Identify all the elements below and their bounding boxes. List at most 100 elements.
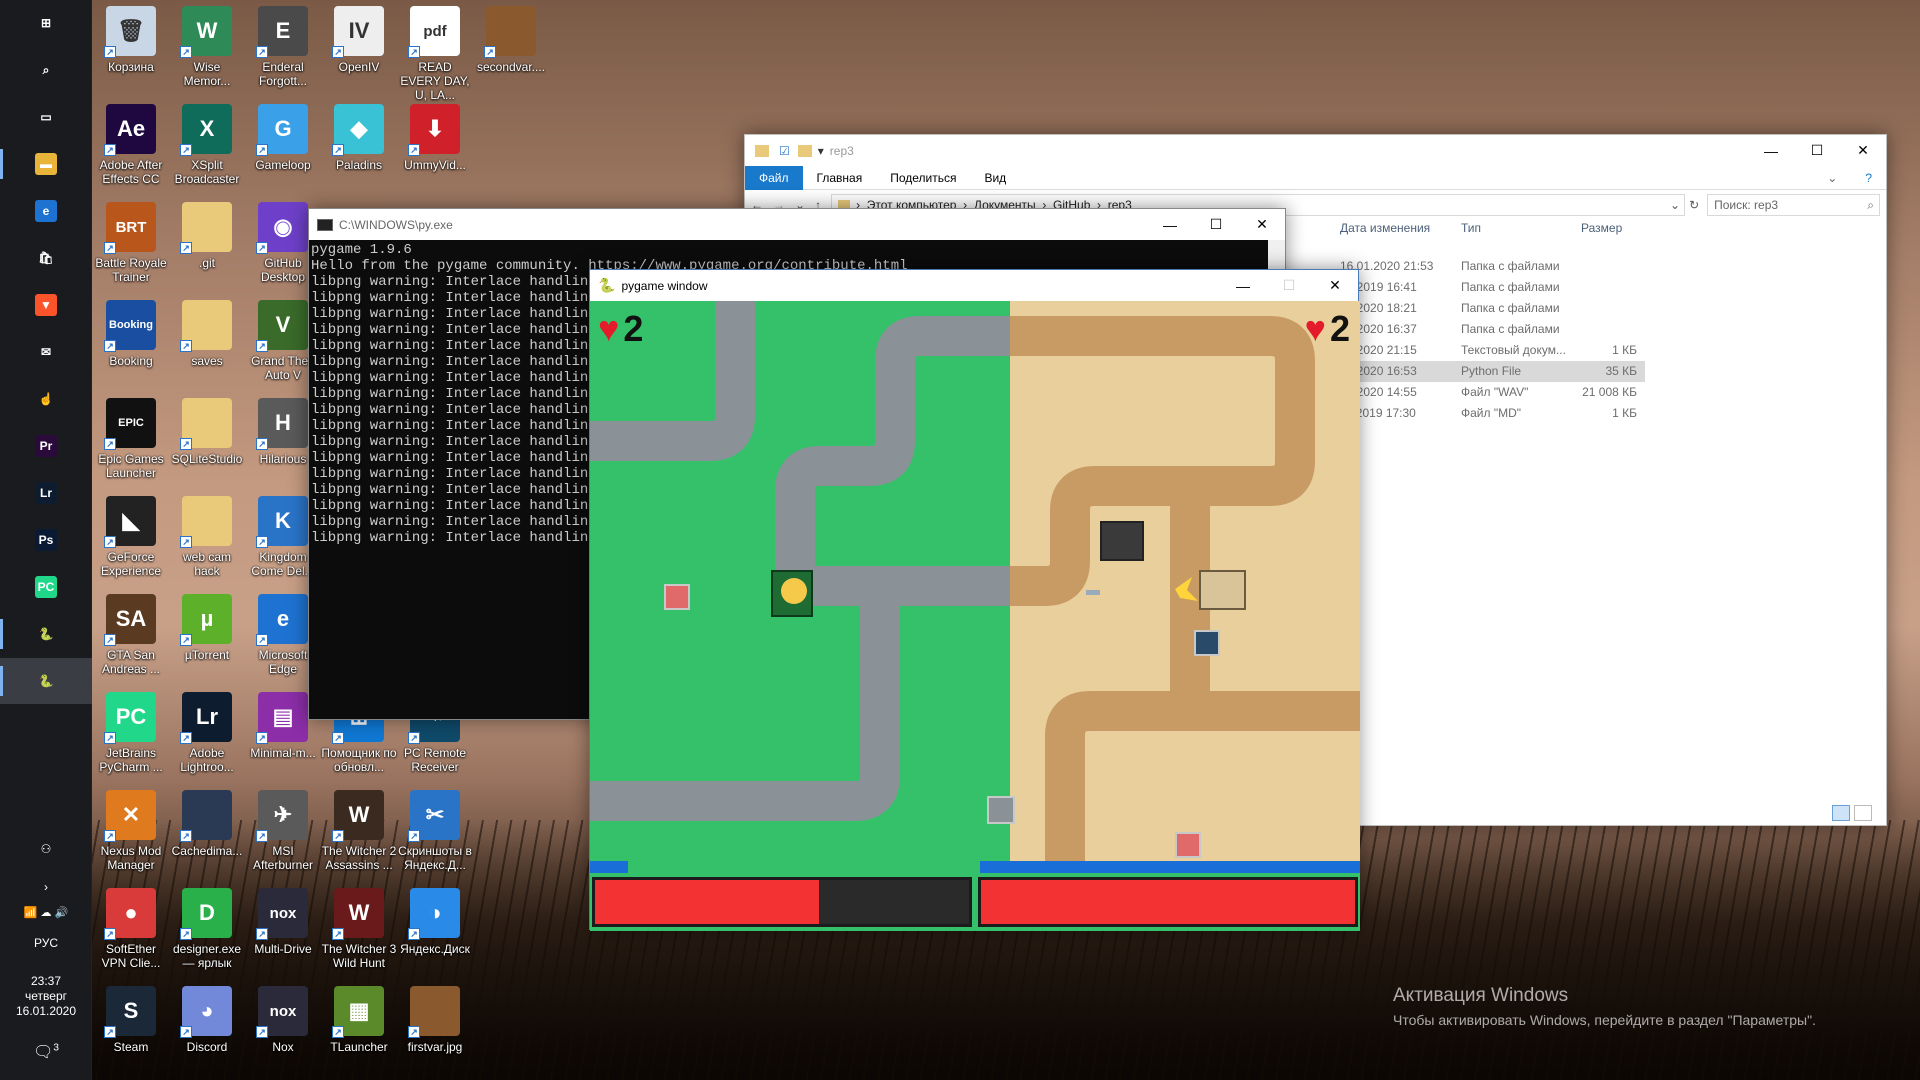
desktop-icon[interactable]: PC ↗ JetBrains PyCharm ... <box>93 692 169 774</box>
large-icons-view-button[interactable] <box>1854 805 1872 821</box>
tab-home[interactable]: Главная <box>803 166 877 190</box>
touch-button[interactable]: ☝ <box>0 376 92 422</box>
close-button[interactable]: ✕ <box>1239 209 1285 240</box>
desktop-icon[interactable]: pdf ↗ READ EVERY DAY, U, LA... <box>397 6 473 102</box>
lightroom-button[interactable]: Lr <box>0 470 92 516</box>
desktop-icon[interactable]: ◕ ↗ Discord <box>169 986 245 1054</box>
desktop-icon[interactable]: W ↗ The Witcher 2 Assassins ... <box>321 790 397 872</box>
desktop-icon[interactable]: G ↗ Gameloop <box>245 104 321 172</box>
maximize-button[interactable]: ☐ <box>1794 135 1840 166</box>
file-row[interactable]: 11.2019 17:30 Файл "MD" 1 КБ <box>1335 403 1645 424</box>
refresh-icon[interactable]: ↻ <box>1689 198 1699 212</box>
mail-button[interactable]: ✉ <box>0 329 92 375</box>
search-button[interactable]: ⌕ <box>0 47 92 93</box>
desktop-icon[interactable]: ↗ .git <box>169 202 245 270</box>
desktop-icon[interactable]: ↗ SQLiteStudio <box>169 398 245 466</box>
desktop-icon[interactable]: X ↗ XSplit Broadcaster <box>169 104 245 186</box>
desktop-icon[interactable]: SA ↗ GTA San Andreas ... <box>93 594 169 676</box>
desktop-icon[interactable]: ✕ ↗ Nexus Mod Manager <box>93 790 169 872</box>
help-icon[interactable]: ? <box>1851 166 1886 190</box>
desktop-icon[interactable]: nox ↗ Nox <box>245 986 321 1054</box>
minimize-button[interactable]: — <box>1220 270 1266 301</box>
desktop-icon[interactable]: ↗ secondvar.... <box>473 6 549 74</box>
desktop-icon[interactable]: 🗑 ↗ Корзина <box>93 6 169 74</box>
search-input[interactable]: Поиск: rep3 ⌕ <box>1707 194 1880 216</box>
desktop-icon[interactable]: W ↗ Wise Memor... <box>169 6 245 88</box>
start-button[interactable]: ⊞ <box>0 0 92 46</box>
desktop-icon[interactable]: µ ↗ µTorrent <box>169 594 245 662</box>
desktop-icon[interactable]: S ↗ Steam <box>93 986 169 1054</box>
desktop-icon[interactable]: EPIC ↗ Epic Games Launcher <box>93 398 169 480</box>
qat-dropdown-icon[interactable]: ▾ <box>818 144 824 158</box>
close-button[interactable]: ✕ <box>1312 270 1358 301</box>
desktop-icon[interactable]: ✂ ↗ Скриншоты в Яндекс.Д... <box>397 790 473 872</box>
brave-button[interactable]: ▼ <box>0 282 92 328</box>
column-header-type[interactable]: Тип <box>1461 221 1481 235</box>
nox-multi-icon: nox ↗ <box>256 888 308 940</box>
tab-share[interactable]: Поделиться <box>876 166 970 190</box>
desktop-icon[interactable]: IV ↗ OpenIV <box>321 6 397 74</box>
pygame-button[interactable]: 🐍 <box>0 658 92 704</box>
edge-button[interactable]: e <box>0 188 92 234</box>
store-button[interactable]: 🛍 <box>0 235 92 281</box>
desktop-icon[interactable]: ◑ ↗ Яндекс.Диск <box>397 888 473 956</box>
file-explorer-button[interactable]: ▬ <box>0 141 92 187</box>
desktop-icon[interactable]: ↗ saves <box>169 300 245 368</box>
desktop-icon[interactable]: Booking ↗ Booking <box>93 300 169 368</box>
new-folder-icon[interactable] <box>797 144 812 157</box>
desktop-icon[interactable]: D ↗ designer.exe — ярлык <box>169 888 245 970</box>
file-row[interactable]: 01.2020 16:37 Папка с файлами <box>1335 319 1645 340</box>
ribbon-expand-icon[interactable]: ⌄ <box>1813 166 1851 190</box>
task-view-button[interactable]: ▭ <box>0 94 92 140</box>
brt-icon: BRT ↗ <box>104 202 156 254</box>
file-row[interactable]: 01.2020 21:15 Текстовый докум... 1 КБ <box>1335 340 1645 361</box>
chevron-up-icon[interactable]: › <box>0 880 92 894</box>
clock[interactable]: 23:37 четверг 16.01.2020 <box>0 974 92 1019</box>
language-indicator[interactable]: РУС <box>0 936 92 950</box>
column-header-size[interactable]: Размер <box>1581 221 1622 235</box>
file-row[interactable]: 16.01.2020 21:53 Папка с файлами <box>1335 256 1645 277</box>
photoshop-button[interactable]: Ps <box>0 517 92 563</box>
shortcut-arrow-icon: ↗ <box>104 1026 116 1038</box>
minimize-button[interactable]: — <box>1748 135 1794 166</box>
desktop-icon[interactable]: ↗ web cam hack <box>169 496 245 578</box>
details-view-button[interactable] <box>1832 805 1850 821</box>
desktop-icon[interactable]: ◆ ↗ Paladins <box>321 104 397 172</box>
file-row[interactable]: 01.2020 18:21 Папка с файлами <box>1335 298 1645 319</box>
desktop-icon[interactable]: ⬇ ↗ UmmyVid... <box>397 104 473 172</box>
desktop-icon[interactable]: Lr ↗ Adobe Lightroo... <box>169 692 245 774</box>
desktop-icon[interactable]: W ↗ The Witcher 3 Wild Hunt <box>321 888 397 970</box>
minimize-button[interactable]: — <box>1147 209 1193 240</box>
quick-access-check-icon[interactable]: ☑ <box>779 144 790 158</box>
tab-file[interactable]: Файл <box>745 165 803 190</box>
close-button[interactable]: ✕ <box>1840 135 1886 166</box>
game-field[interactable]: ♥ 2 ♥ 2 <box>590 301 1360 881</box>
desktop-icon[interactable]: E ↗ Enderal Forgott... <box>245 6 321 88</box>
desktop-icon-label: Nexus Mod Manager <box>100 844 162 872</box>
maximize-button[interactable]: ☐ <box>1193 209 1239 240</box>
address-dropdown-icon[interactable]: ⌄ <box>1670 198 1684 212</box>
desktop-icon[interactable]: nox ↗ Multi-Drive <box>245 888 321 956</box>
notification-center-button[interactable]: 🗨3 <box>0 1042 92 1062</box>
desktop-icon[interactable]: ↗ firstvar.jpg <box>397 986 473 1054</box>
file-row[interactable]: 01.2020 16:53 Python File 35 КБ <box>1335 361 1645 382</box>
people-icon[interactable]: ⚇ <box>0 842 92 856</box>
pycharm-button[interactable]: PC <box>0 564 92 610</box>
desktop-icon[interactable]: ✈ ↗ MSI Afterburner <box>245 790 321 872</box>
column-header-date[interactable]: Дата изменения <box>1340 221 1430 235</box>
desktop-icon[interactable]: ◣ ↗ GeForce Experience <box>93 496 169 578</box>
right-health-track <box>978 877 1358 927</box>
file-row[interactable]: 12.2019 16:41 Папка с файлами <box>1335 277 1645 298</box>
shortcut-arrow-icon: ↗ <box>256 340 268 352</box>
tab-view[interactable]: Вид <box>970 166 1020 190</box>
desktop-icon[interactable]: ↗ Cachedima... <box>169 790 245 858</box>
desktop-icon[interactable]: Ae ↗ Adobe After Effects CC <box>93 104 169 186</box>
desktop-icon[interactable]: BRT ↗ Battle Royale Trainer <box>93 202 169 284</box>
desktop-icon[interactable]: ● ↗ SoftEther VPN Clie... <box>93 888 169 970</box>
desktop-icon-label: firstvar.jpg <box>407 1040 463 1054</box>
desktop-icon[interactable]: ▦ ↗ TLauncher <box>321 986 397 1054</box>
premiere-button[interactable]: Pr <box>0 423 92 469</box>
file-row[interactable]: 01.2020 14:55 Файл "WAV" 21 008 КБ <box>1335 382 1645 403</box>
python-button[interactable]: 🐍 <box>0 611 92 657</box>
system-tray-icons[interactable]: 📶 ☁ 🔊 <box>0 906 92 919</box>
